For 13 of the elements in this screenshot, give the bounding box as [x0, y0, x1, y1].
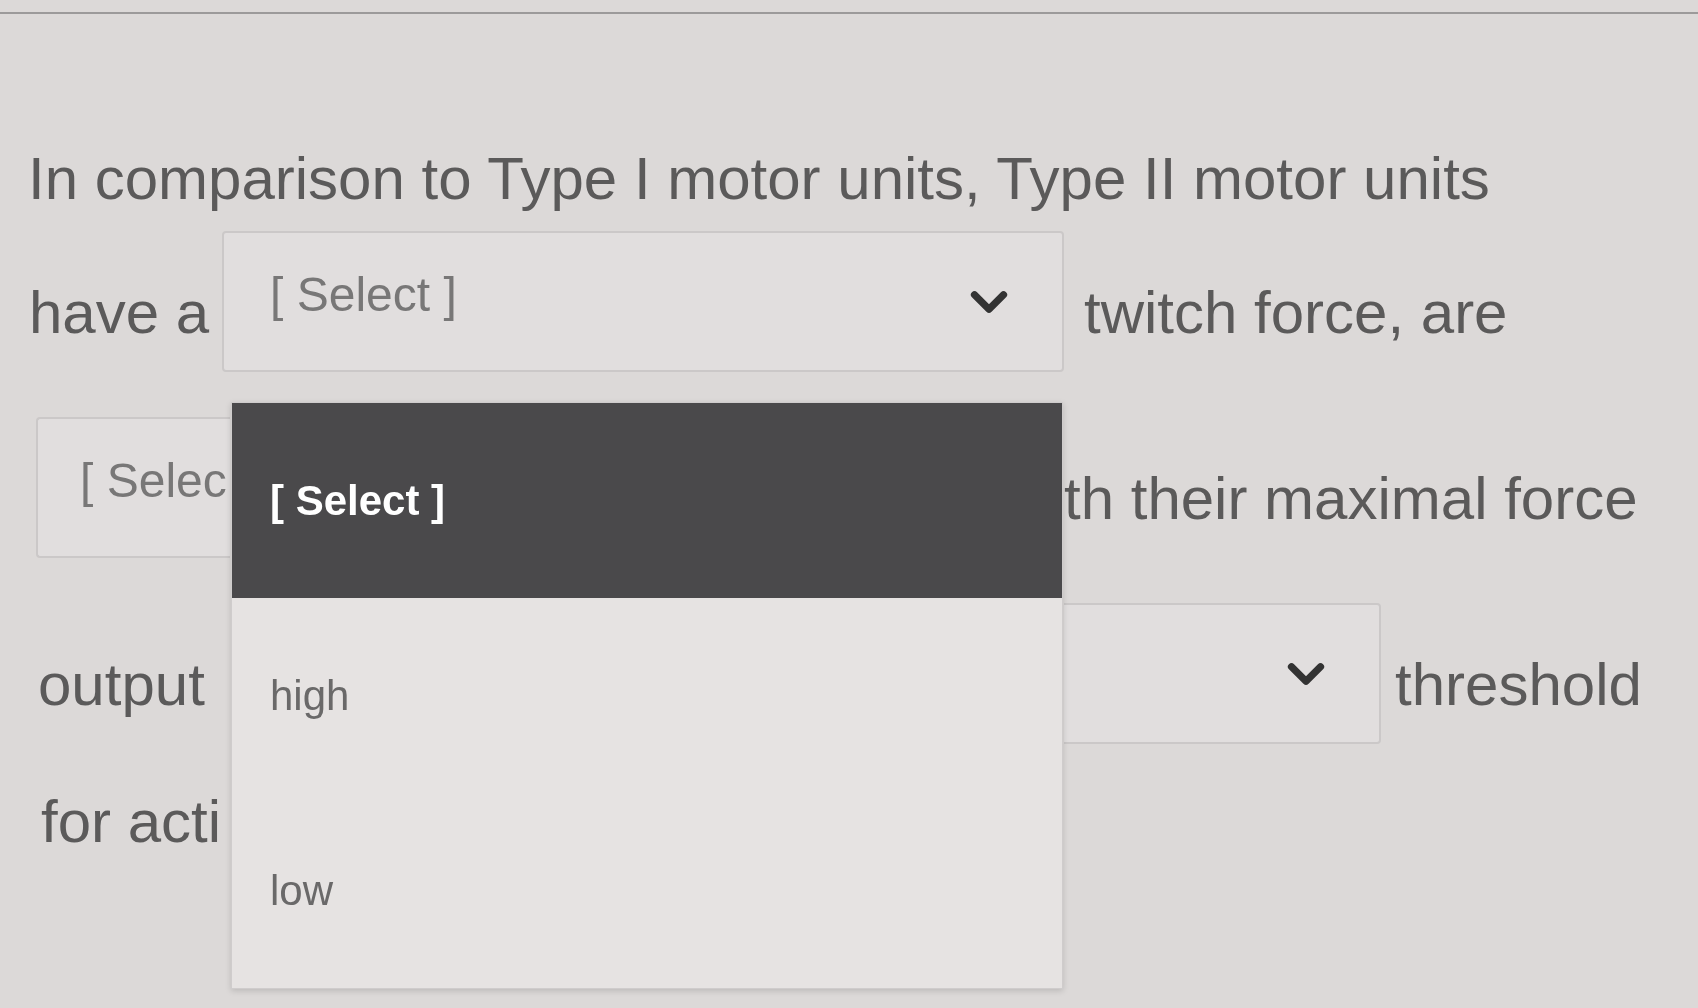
select-dropdown[interactable] — [1064, 603, 1381, 744]
select-dropdown[interactable]: [ Select ] — [222, 231, 1064, 372]
dropdown-option[interactable]: [ Select ] — [232, 403, 1062, 598]
question-text: output — [38, 649, 205, 718]
dropdown-option[interactable]: low — [232, 793, 1062, 988]
question-text: th their maximal force — [1064, 463, 1638, 532]
question-text: for acti — [41, 789, 222, 855]
question-text: threshold — [1395, 649, 1642, 718]
select-dropdown[interactable]: [ Selec — [36, 417, 230, 558]
question-text: In comparison to Type I motor units, Type II motor units — [28, 146, 1490, 212]
dropdown-option[interactable]: high — [232, 598, 1062, 793]
question-text: have a — [28, 277, 211, 346]
question-text: twitch force, are — [1083, 277, 1508, 346]
